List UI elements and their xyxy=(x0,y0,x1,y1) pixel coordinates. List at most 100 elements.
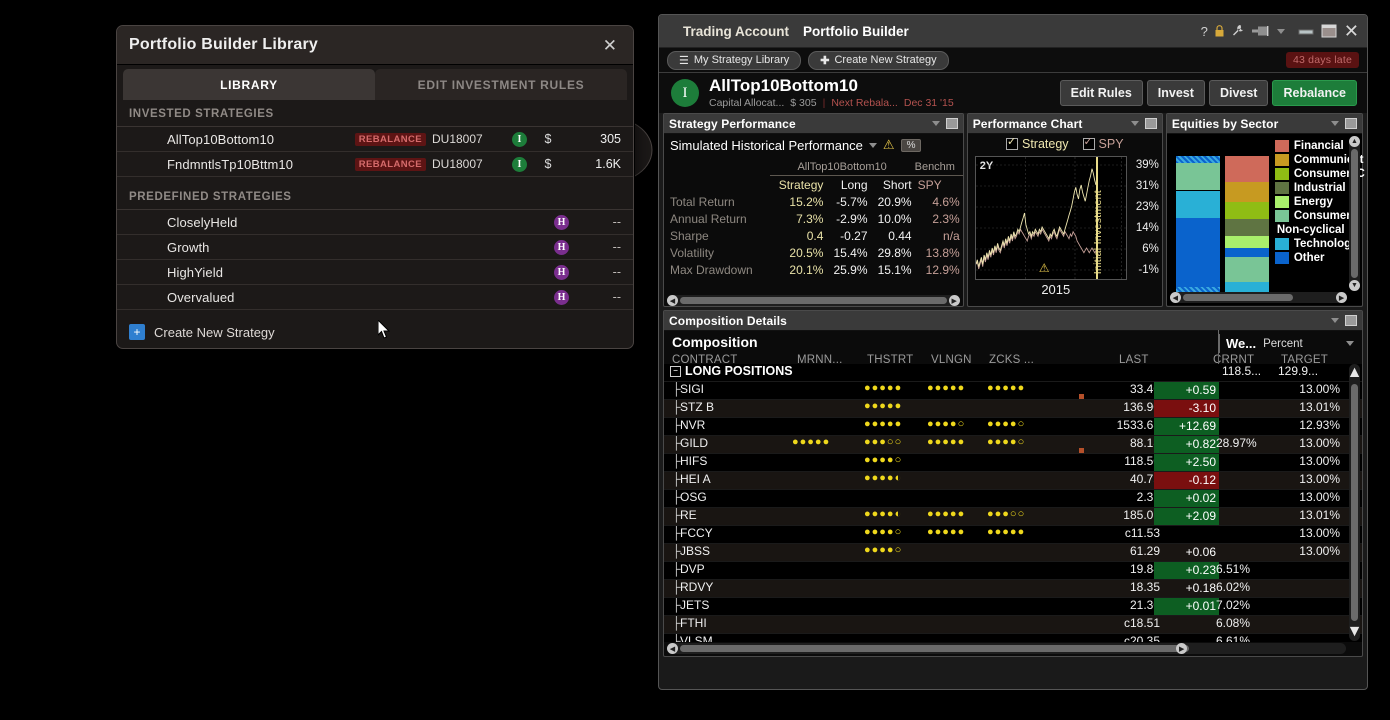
chevron-down-icon[interactable] xyxy=(1346,341,1354,346)
sector-segment xyxy=(1176,218,1220,287)
collapse-icon[interactable]: − xyxy=(670,366,681,377)
sector-bar-left xyxy=(1176,156,1220,294)
list-item[interactable]: CloselyHeld H -- xyxy=(117,210,633,235)
rebalance-button[interactable]: Rebalance xyxy=(1272,80,1357,106)
tab-library[interactable]: LIBRARY xyxy=(123,69,375,100)
list-item[interactable]: HighYield H -- xyxy=(117,260,633,285)
table-row[interactable]: ├OSG2.32+0.0213.00% xyxy=(664,490,1362,508)
table-row[interactable]: ├GILD●●●●●●●●○○●●●●●●●●●○88.18+0.8228.97… xyxy=(664,436,1362,454)
window-title-account: Trading Account xyxy=(683,24,789,39)
list-item[interactable]: AllTop10Bottom10 REBALANCE DU18007 I $ 3… xyxy=(117,127,633,152)
table-row[interactable]: ├SIGI●●●●●●●●●●●●●●●33.40+0.5913.00% xyxy=(664,382,1362,400)
list-item[interactable]: Overvalued H -- xyxy=(117,285,633,310)
chevron-down-icon[interactable] xyxy=(1131,121,1139,126)
rating-vlngn: ●●●●● xyxy=(927,508,965,520)
horizontal-scrollbar[interactable]: ◀ ▶ xyxy=(667,643,1346,654)
table-row[interactable]: ├JBSS●●●●○61.29+0.0613.00% xyxy=(664,544,1362,562)
target-weight: 13.00% xyxy=(1284,490,1340,504)
scroll-right-icon[interactable]: ▶ xyxy=(1336,292,1347,303)
target-weight: 13.00% xyxy=(1284,544,1340,558)
maximize-icon[interactable] xyxy=(1321,24,1337,38)
cell-strategy: 0.4 xyxy=(770,227,827,244)
table-row[interactable]: ├RE●●●●◐●●●●●●●●○○185.01+2.0913.01% xyxy=(664,508,1362,526)
table-row[interactable]: ├NVR●●●●●●●●●○●●●●○1533.68+12.6912.93% xyxy=(664,418,1362,436)
maximize-icon[interactable] xyxy=(1145,118,1157,129)
table-group-row[interactable]: −LONG POSITIONS118.5...129.9... xyxy=(664,364,1362,382)
chart-legend: Strategy SPY xyxy=(968,134,1162,151)
legend-item-spy[interactable]: SPY xyxy=(1083,137,1124,151)
scrollbar-thumb[interactable] xyxy=(1351,149,1358,278)
sector-segment xyxy=(1225,156,1269,182)
scroll-left-icon[interactable]: ◀ xyxy=(667,295,678,306)
close-icon[interactable]: ✕ xyxy=(599,35,621,56)
flag-icon[interactable] xyxy=(1252,26,1270,36)
scroll-left-icon[interactable]: ◀ xyxy=(1170,292,1181,303)
chevron-down-icon[interactable] xyxy=(1277,29,1285,34)
vertical-scrollbar[interactable]: ▲ ▼ xyxy=(1349,364,1360,641)
chevron-down-icon[interactable] xyxy=(869,143,877,148)
rating-thstrt: ●●●●○ xyxy=(864,454,902,466)
divest-button[interactable]: Divest xyxy=(1209,80,1269,106)
performance-table: AllTop10Bottom10 Benchm Strategy Long Sh… xyxy=(664,158,963,278)
capital-allocation-value: $ 305 xyxy=(790,97,816,109)
cell-short: 10.0% xyxy=(871,210,915,227)
table-row[interactable]: ├DVP19.84+0.236.51% xyxy=(664,562,1362,580)
create-new-strategy-button[interactable]: + Create New Strategy xyxy=(117,310,633,340)
horizontal-scrollbar[interactable]: ◀ ▶ xyxy=(667,295,960,306)
rating-zcks: ●●●○○ xyxy=(987,508,1025,520)
invest-button[interactable]: Invest xyxy=(1147,80,1205,106)
legend-item-strategy[interactable]: Strategy xyxy=(1006,137,1069,151)
list-item[interactable]: FndmntlsTp10Bttm10 REBALANCE DU18007 I $… xyxy=(117,152,633,177)
scrollbar-thumb[interactable] xyxy=(680,645,1189,652)
list-item[interactable]: Growth H -- xyxy=(117,235,633,260)
minimize-icon[interactable] xyxy=(1298,25,1314,37)
close-icon[interactable]: ✕ xyxy=(1344,21,1359,42)
rating-vlngn: ●●●●● xyxy=(927,526,965,538)
scroll-down-icon[interactable]: ▼ xyxy=(1349,280,1360,291)
table-row[interactable]: ├HEI A●●●●◐40.75-0.1213.00% xyxy=(664,472,1362,490)
table-row[interactable]: ├RDVY18.35+0.186.02% xyxy=(664,580,1362,598)
table-row[interactable]: ├JETS21.30+0.017.02% xyxy=(664,598,1362,616)
avatar: I xyxy=(512,157,527,172)
warning-icon: ⚠ xyxy=(883,137,895,153)
percent-toggle-button[interactable]: % xyxy=(901,139,922,152)
current-weight: 28.97% xyxy=(1216,436,1270,450)
tab-my-strategy-library[interactable]: ☰ My Strategy Library xyxy=(667,51,801,70)
table-row[interactable]: ├STZ B●●●●●136.90-3.1013.01% xyxy=(664,400,1362,418)
scroll-up-icon[interactable]: ▲ xyxy=(1349,136,1360,147)
scrollbar-thumb[interactable] xyxy=(1183,294,1293,301)
tab-edit-investment-rules[interactable]: EDIT INVESTMENT RULES xyxy=(375,69,627,100)
cell-strategy: 7.3% xyxy=(770,210,827,227)
table-row[interactable]: ├FCCY●●●●○●●●●●●●●●●c11.5313.00% xyxy=(664,526,1362,544)
horizontal-scrollbar[interactable]: ◀ ▶ xyxy=(1170,292,1347,303)
scroll-down-icon[interactable]: ▼ xyxy=(1347,623,1363,641)
chevron-down-icon[interactable] xyxy=(932,121,940,126)
table-row[interactable]: ├VLSMc20.356.61% xyxy=(664,634,1362,642)
edit-rules-button[interactable]: Edit Rules xyxy=(1060,80,1143,106)
maximize-icon[interactable] xyxy=(1345,315,1357,326)
chevron-down-icon[interactable] xyxy=(1331,121,1339,126)
table-row[interactable]: ├FTHIc18.516.08% xyxy=(664,616,1362,634)
scrollbar-thumb[interactable] xyxy=(1351,384,1358,621)
maximize-icon[interactable] xyxy=(1345,118,1357,129)
scroll-left-icon[interactable]: ◀ xyxy=(667,643,678,654)
table-header-row: Strategy Long Short SPY xyxy=(664,176,963,194)
legend-label: Consumer, xyxy=(1294,210,1353,222)
checkbox-spy[interactable] xyxy=(1083,138,1095,150)
help-icon[interactable]: ? xyxy=(1201,24,1208,39)
scroll-right-icon[interactable]: ▶ xyxy=(1176,643,1187,654)
table-row[interactable]: ├HIFS●●●●○118.50+2.5013.00% xyxy=(664,454,1362,472)
lock-icon[interactable] xyxy=(1215,25,1224,37)
tab-create-new-strategy[interactable]: ✚ Create New Strategy xyxy=(808,51,948,70)
cell-strategy: 15.2% xyxy=(770,193,827,210)
maximize-icon[interactable] xyxy=(946,118,958,129)
scrollbar-thumb[interactable] xyxy=(680,297,947,304)
vertical-scrollbar[interactable]: ▲ ▼ xyxy=(1349,136,1360,291)
performance-type-selector[interactable]: Simulated Historical Performance ⚠ % xyxy=(664,137,963,155)
scroll-up-icon[interactable]: ▲ xyxy=(1347,364,1363,382)
legend-label: Industrial xyxy=(1294,182,1346,194)
checkbox-strategy[interactable] xyxy=(1006,138,1018,150)
chevron-down-icon[interactable] xyxy=(1331,318,1339,323)
column-header-short: Short xyxy=(871,176,915,194)
wrench-icon[interactable] xyxy=(1231,24,1245,38)
